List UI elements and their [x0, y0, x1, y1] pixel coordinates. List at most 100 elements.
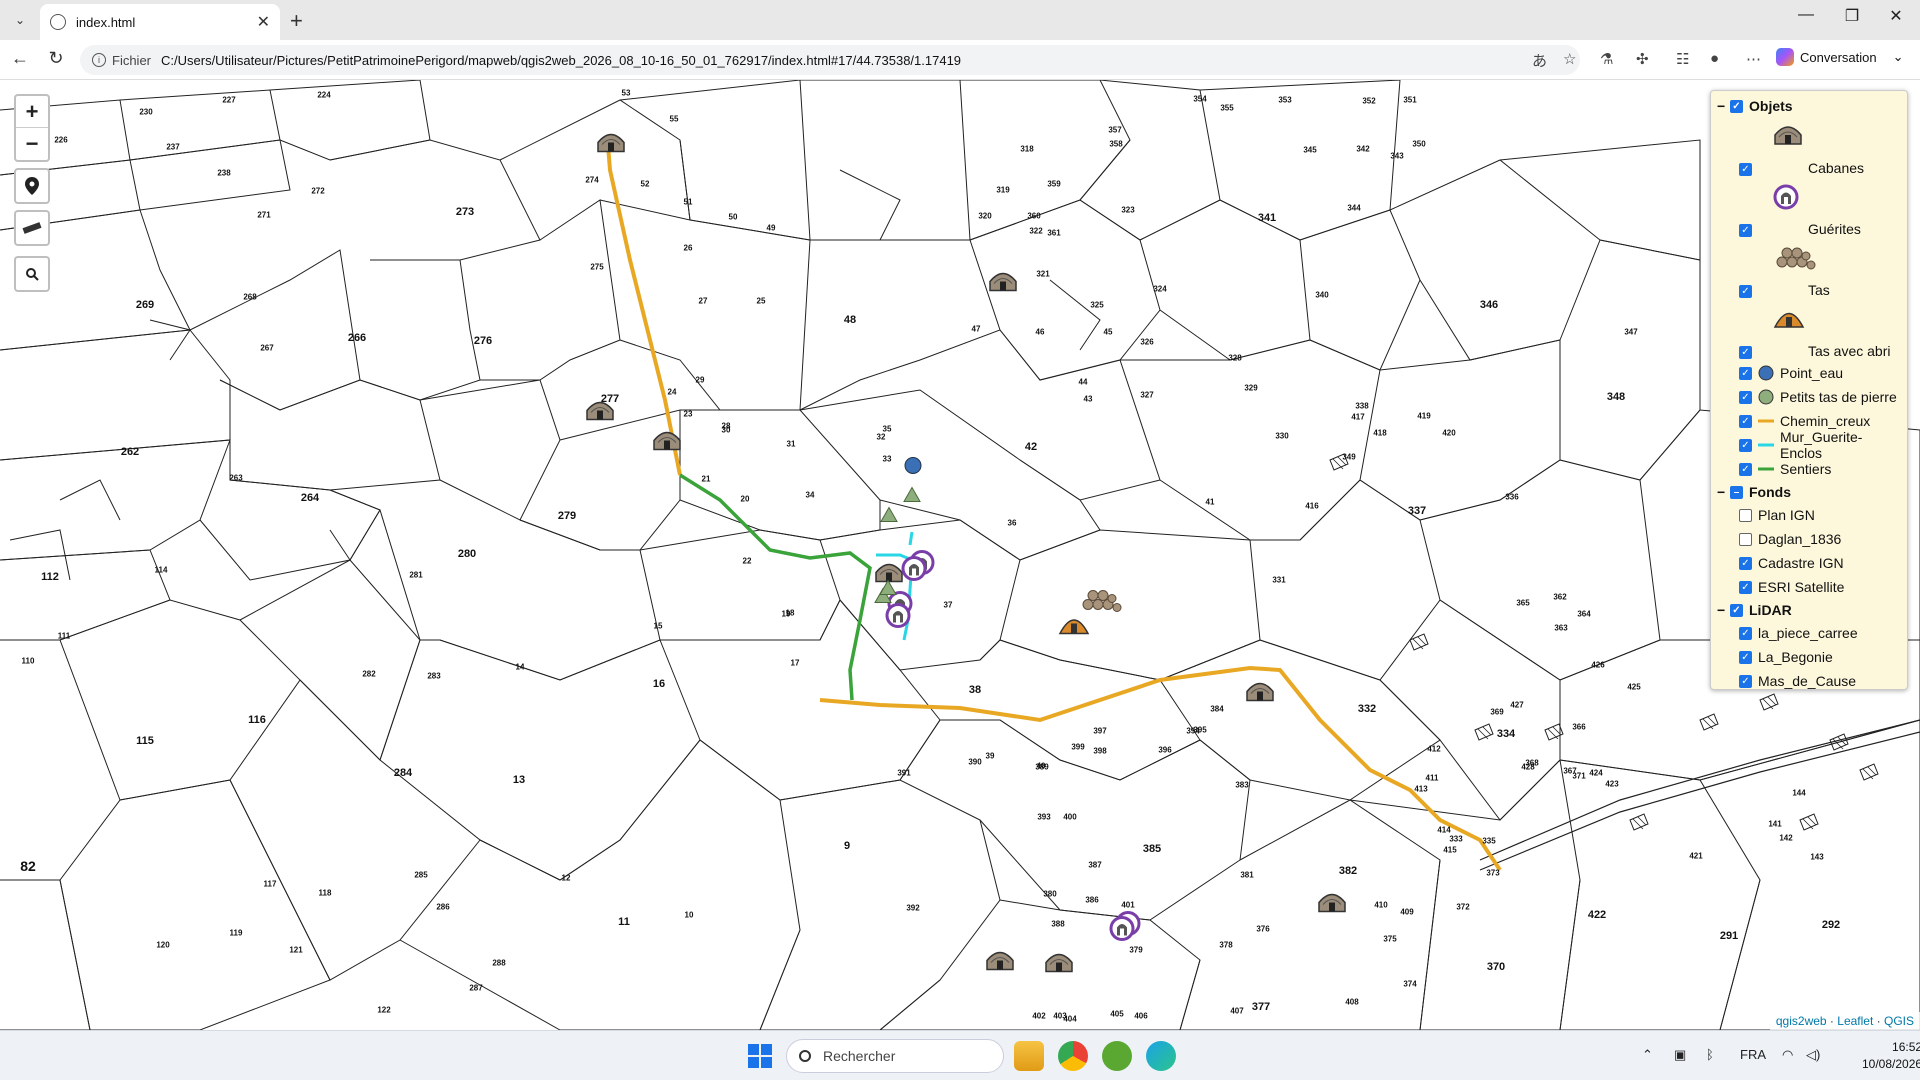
volume-icon[interactable]: ◁) [1806, 1047, 1820, 1063]
parcel-label: 31 [786, 439, 796, 449]
layer-item[interactable]: Daglan_1836 [1717, 527, 1901, 551]
cabane-icon[interactable] [585, 399, 615, 426]
layer-item[interactable]: ✓ Tas avec abri [1717, 300, 1901, 361]
layer-item[interactable]: ✓ Mas_de_Cause [1717, 669, 1901, 693]
puzzle-icon[interactable]: ✣ [1636, 50, 1649, 68]
layer-checkbox[interactable]: ✓ [1739, 285, 1752, 298]
guerite-icon[interactable] [901, 556, 927, 587]
parcel-label: 17 [790, 658, 800, 668]
layer-item[interactable]: ✓ Cabanes [1717, 117, 1901, 178]
layer-checkbox[interactable]: ✓ [1739, 556, 1752, 570]
extension-icon[interactable]: ⚗ [1600, 50, 1613, 68]
layer-checkbox[interactable] [1739, 532, 1752, 546]
layer-item[interactable]: ✓ Point_eau [1717, 361, 1901, 385]
translate-icon[interactable]: あ [1532, 50, 1547, 71]
cabane-icon[interactable] [1317, 891, 1347, 918]
zoom-out-button[interactable]: − [16, 128, 48, 160]
layer-item[interactable]: ✓ la_piece_carree [1717, 621, 1901, 645]
layer-item[interactable]: ✓ Mur_Guerite-Enclos [1717, 429, 1901, 461]
qgis-icon[interactable] [1102, 1041, 1132, 1071]
layer-checkbox[interactable]: ✓ [1739, 414, 1752, 428]
layer-item[interactable]: ✓ La_Begonie [1717, 645, 1901, 669]
layer-checkbox[interactable]: ✓ [1739, 626, 1752, 640]
search-icon[interactable] [14, 256, 50, 292]
layer-item[interactable]: ✓ ESRI Satellite [1717, 575, 1901, 599]
layer-checkbox[interactable]: ✓ [1739, 366, 1752, 380]
chevron-up-icon[interactable]: ⌃ [1642, 1047, 1653, 1063]
cabane-icon[interactable] [596, 131, 626, 158]
clock[interactable]: 16:52 10/08/2026 [1862, 1039, 1920, 1073]
profile-avatar-icon[interactable]: ● [1710, 50, 1719, 67]
map-view[interactable]: 273 269 266 276 262 264 279 280 277 112 116 115 284 1… [0, 80, 1920, 1030]
back-button[interactable]: ← [8, 48, 32, 69]
chevron-down-icon[interactable]: ⌄ [1893, 49, 1904, 65]
restore-button[interactable]: ❐ [1832, 6, 1872, 26]
layer-checkbox[interactable]: ✓ [1730, 99, 1743, 113]
favorites-icon[interactable]: ☷ [1676, 50, 1689, 68]
cabane-icon[interactable] [988, 270, 1018, 297]
layer-checkbox[interactable]: ✓ [1739, 163, 1752, 176]
petit-tas-icon[interactable] [903, 486, 921, 508]
new-tab-button[interactable]: + [290, 8, 303, 34]
layer-checkbox[interactable]: ✓ [1730, 603, 1743, 617]
layer-checkbox[interactable]: ✓ [1739, 650, 1752, 664]
layer-checkbox[interactable]: ✓ [1739, 346, 1752, 359]
layer-item[interactable]: ✓ Cadastre IGN [1717, 551, 1901, 575]
zoom-in-button[interactable]: + [16, 96, 48, 128]
conversation-button[interactable]: Conversation ⌄ [1776, 48, 1904, 66]
layer-item[interactable]: ✓ Tas [1717, 239, 1901, 300]
layer-checkbox[interactable]: ✓ [1739, 438, 1752, 452]
file-explorer-icon[interactable] [1014, 1041, 1044, 1071]
url-field[interactable]: i Fichier C:/Users/Utilisateur/Pictures/… [80, 45, 1580, 75]
edge-icon[interactable] [1146, 1041, 1176, 1071]
parcel-label: 422 [1587, 909, 1607, 921]
more-menu-icon[interactable]: ⋯ [1746, 50, 1761, 68]
close-window-button[interactable]: ✕ [1876, 6, 1916, 26]
guerite-icon[interactable] [1109, 916, 1135, 947]
attribution-qgis[interactable]: QGIS [1884, 1014, 1914, 1028]
measure-ruler-icon[interactable] [14, 210, 50, 246]
wifi-icon[interactable]: ◠ [1782, 1047, 1793, 1063]
info-icon[interactable]: i [92, 53, 106, 67]
cabane-icon[interactable] [1245, 680, 1275, 707]
attribution-leaflet[interactable]: Leaflet [1837, 1014, 1873, 1028]
layer-checkbox[interactable]: ✓ [1739, 390, 1752, 404]
browser-tab[interactable]: index.html ✕ [40, 4, 280, 40]
tab-actions-menu[interactable]: ⌄ [8, 8, 32, 32]
cabane-icon[interactable] [1044, 951, 1074, 978]
chrome-icon[interactable] [1058, 1041, 1088, 1071]
layer-checkbox[interactable]: ✓ [1739, 224, 1752, 237]
layer-group-lidar[interactable]: − ✓ LiDAR [1717, 599, 1901, 621]
point-eau-icon[interactable] [904, 457, 922, 480]
layer-checkbox[interactable] [1739, 508, 1752, 522]
petit-tas-icon[interactable] [880, 506, 898, 528]
collapse-group-icon[interactable]: − [1717, 602, 1727, 618]
collapse-group-icon[interactable]: − [1717, 484, 1727, 500]
layer-checkbox[interactable]: ✓ [1739, 674, 1752, 688]
parcel-label: 402 [1032, 1011, 1046, 1021]
layer-checkbox[interactable]: – [1730, 485, 1743, 499]
layer-item[interactable]: Plan IGN [1717, 503, 1901, 527]
layer-item[interactable]: ✓ Guérites [1717, 178, 1901, 239]
close-tab-icon[interactable]: ✕ [257, 12, 270, 32]
cabane-icon[interactable] [652, 429, 682, 456]
locate-pin-icon[interactable] [14, 168, 50, 204]
taskbar-search[interactable]: Rechercher [786, 1039, 1004, 1073]
layer-group-fonds[interactable]: − – Fonds [1717, 481, 1901, 503]
tray-app-icon[interactable]: ▣ [1674, 1047, 1686, 1063]
favorite-star-icon[interactable]: ☆ [1563, 50, 1576, 68]
layer-group-objets[interactable]: − ✓ Objets [1717, 95, 1901, 117]
bluetooth-icon[interactable]: ᛒ [1706, 1047, 1714, 1062]
minimize-button[interactable]: — [1786, 6, 1826, 24]
reload-button[interactable]: ↻ [44, 48, 68, 69]
cabane-icon[interactable] [985, 949, 1015, 976]
windows-start-icon[interactable] [748, 1044, 772, 1068]
layer-checkbox[interactable]: ✓ [1739, 462, 1752, 476]
petit-tas-icon[interactable] [879, 579, 897, 601]
language-indicator[interactable]: FRA [1740, 1047, 1766, 1062]
tas-abri-icon[interactable] [1058, 613, 1090, 640]
layer-item[interactable]: ✓ Petits tas de pierre [1717, 385, 1901, 409]
layer-checkbox[interactable]: ✓ [1739, 580, 1752, 594]
attribution-qgis2web[interactable]: qgis2web [1776, 1014, 1827, 1028]
collapse-group-icon[interactable]: − [1717, 98, 1727, 114]
